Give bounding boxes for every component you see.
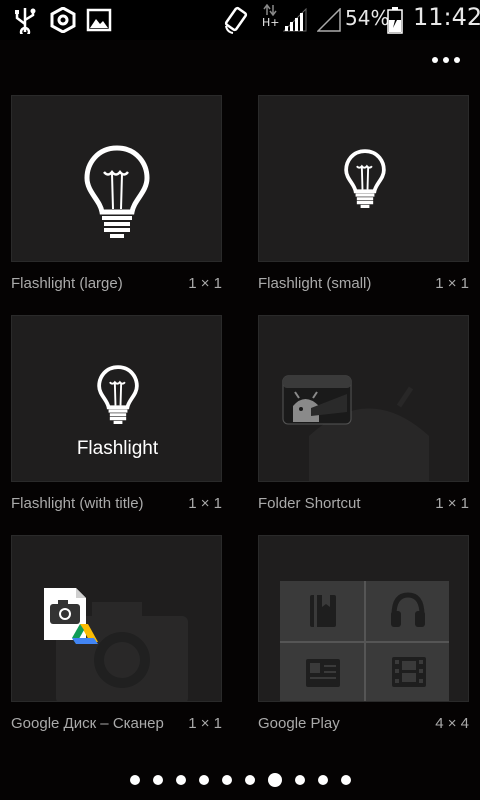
- widget-name: Google Play: [258, 715, 340, 732]
- widget-name: Flashlight (small): [258, 275, 372, 292]
- play-movies-tile: [365, 643, 449, 701]
- page-dot[interactable]: [175, 775, 186, 785]
- widget-size: 4 × 4: [435, 715, 469, 732]
- widget-flashlight-small[interactable]: Flashlight (small) 1 × 1: [258, 95, 469, 292]
- widget-preview: [258, 535, 469, 702]
- widget-size: 1 × 1: [188, 495, 222, 512]
- lightbulb-icon: [97, 365, 139, 424]
- page-dot[interactable]: [198, 775, 209, 785]
- headphones-icon: [390, 592, 425, 627]
- play-music-tile: [365, 581, 449, 641]
- folder-android-icon: [282, 375, 352, 425]
- page-dot[interactable]: [129, 775, 140, 785]
- page-dot[interactable]: [294, 775, 305, 785]
- widget-google-drive-scanner[interactable]: Google Диск – Сканер 1 × 1: [11, 535, 222, 732]
- newsstand-icon: [306, 659, 340, 687]
- settings-hex-icon: [50, 7, 76, 33]
- widget-google-play[interactable]: Google Play 4 × 4: [258, 535, 469, 732]
- page-dot[interactable]: [317, 775, 328, 785]
- widget-size: 1 × 1: [435, 495, 469, 512]
- clock: 11:42: [413, 3, 480, 31]
- page-dot-active[interactable]: [267, 773, 282, 787]
- page-dot[interactable]: [221, 775, 232, 785]
- widget-flashlight-with-title[interactable]: Flashlight Flashlight (with title) 1 × 1: [11, 315, 222, 512]
- page-dot[interactable]: [340, 775, 351, 785]
- signal-icon: [283, 8, 307, 32]
- film-icon: [391, 657, 426, 687]
- usb-icon: [15, 8, 36, 34]
- battery-icon: [387, 7, 403, 34]
- no-signal-icon: [317, 8, 341, 32]
- status-bar: H+ 54% 11:42: [0, 0, 480, 40]
- play-books-tile: [280, 581, 364, 641]
- widget-folder-shortcut[interactable]: Folder Shortcut 1 × 1: [258, 315, 469, 512]
- google-play-grid: [280, 581, 449, 701]
- widget-preview: Flashlight: [11, 315, 222, 482]
- battery-percent: 54%: [345, 6, 390, 30]
- more-icon[interactable]: [420, 50, 460, 70]
- preview-title: Flashlight: [76, 438, 159, 459]
- page-dot[interactable]: [152, 775, 163, 785]
- gallery-icon: [86, 8, 112, 32]
- widget-name: Flashlight (with title): [11, 495, 144, 512]
- widget-preview: [11, 535, 222, 702]
- widget-preview: [258, 315, 469, 482]
- widget-size: 1 × 1: [435, 275, 469, 292]
- widget-size: 1 × 1: [188, 275, 222, 292]
- widget-name: Folder Shortcut: [258, 495, 361, 512]
- book-icon: [310, 595, 336, 627]
- widget-name: Google Диск – Сканер: [11, 715, 164, 732]
- page-dot[interactable]: [244, 775, 255, 785]
- data-arrows-icon: [263, 4, 277, 16]
- lightbulb-icon: [84, 145, 150, 238]
- widget-preview: [11, 95, 222, 262]
- widget-flashlight-large[interactable]: Flashlight (large) 1 × 1: [11, 95, 222, 292]
- drive-scanner-icon: [44, 588, 98, 644]
- rotate-icon: [224, 6, 248, 34]
- page-indicator[interactable]: [0, 768, 480, 792]
- widget-preview: [258, 95, 469, 262]
- widget-name: Flashlight (large): [11, 275, 123, 292]
- lightbulb-icon: [344, 149, 386, 208]
- widget-size: 1 × 1: [188, 715, 222, 732]
- play-newsstand-tile: [280, 643, 364, 701]
- network-type: H+: [262, 16, 280, 29]
